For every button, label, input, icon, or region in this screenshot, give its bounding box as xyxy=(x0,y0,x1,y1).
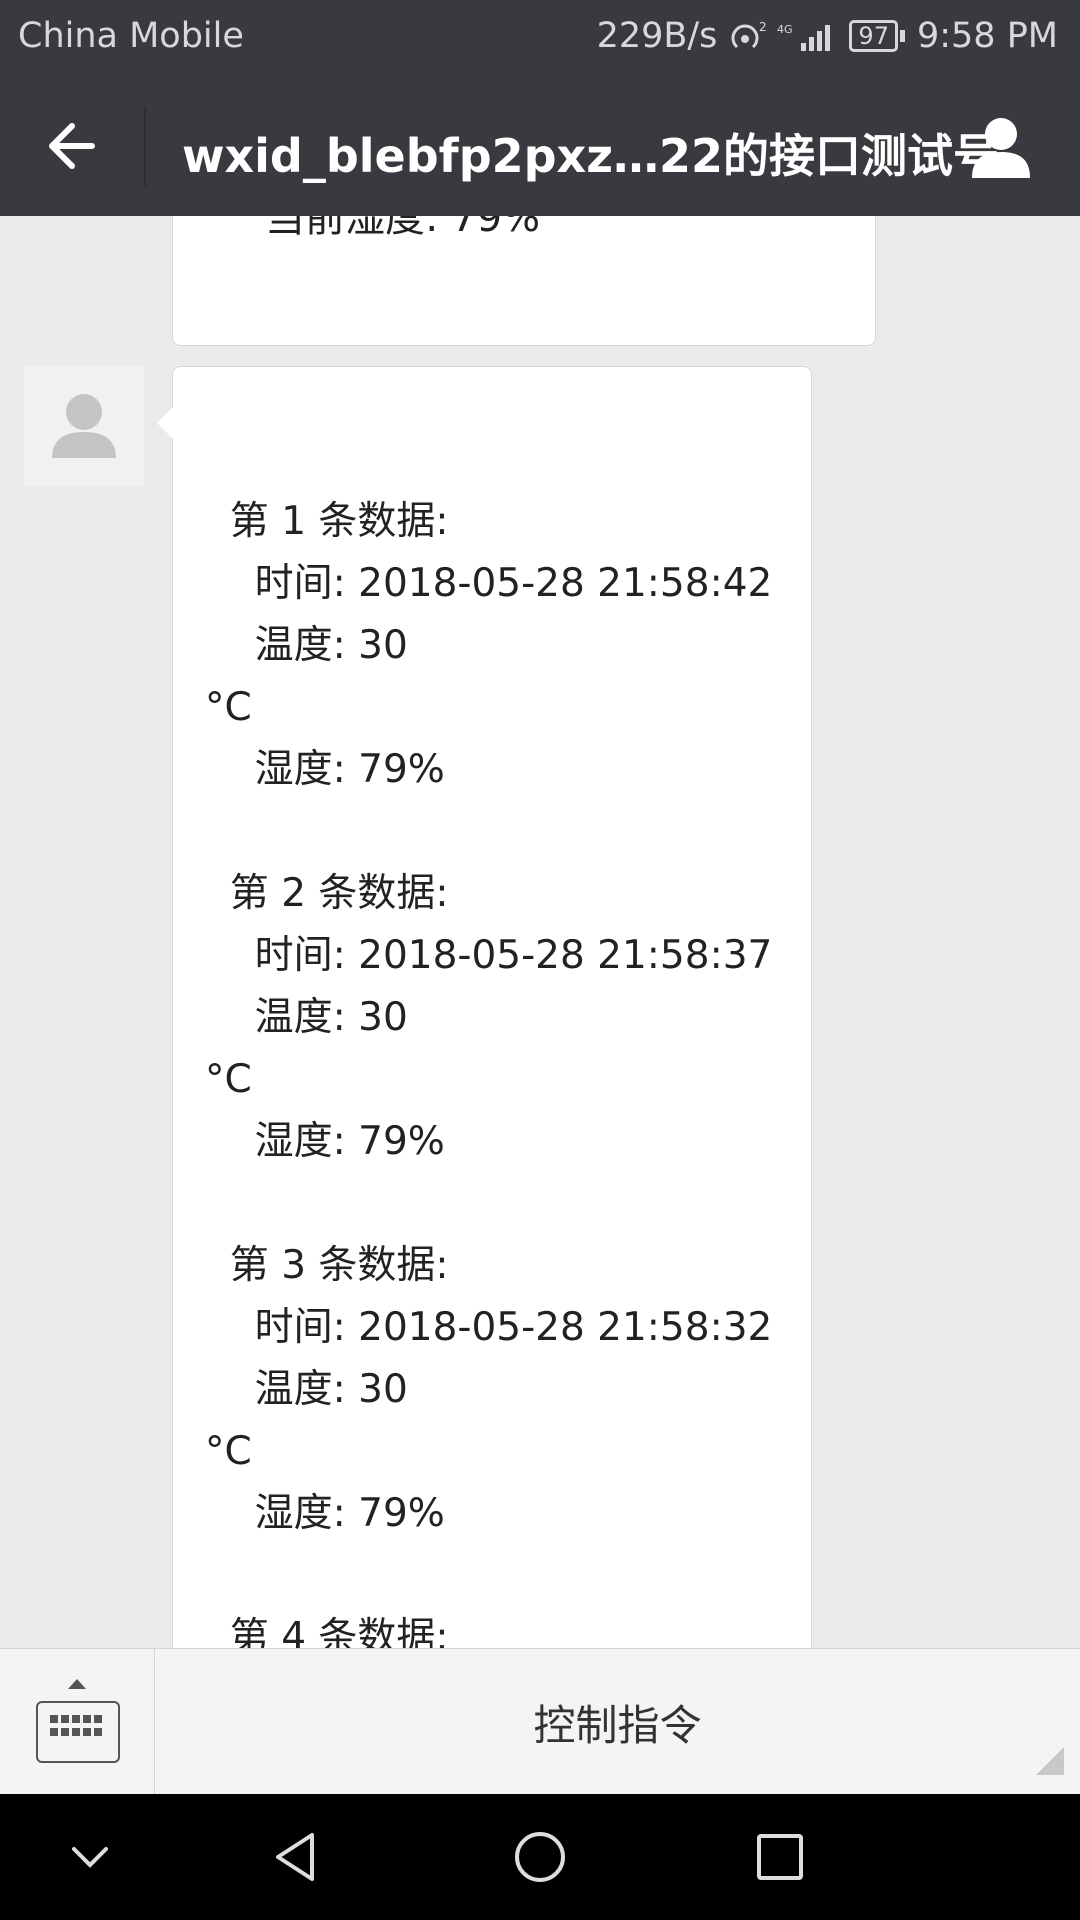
net-speed: 229B/s xyxy=(596,16,718,56)
recents-button[interactable] xyxy=(750,1827,810,1887)
profile-button[interactable] xyxy=(966,112,1036,182)
back-nav-button[interactable] xyxy=(270,1827,330,1887)
system-nav-bar xyxy=(0,1794,1080,1920)
keyboard-toggle-button[interactable] xyxy=(0,1649,155,1795)
avatar[interactable] xyxy=(24,366,144,486)
arrow-left-icon xyxy=(49,123,95,169)
chat-header: wxid_blebfp2pxz…22的接口测试号 xyxy=(0,76,1080,216)
status-bar: China Mobile 229B/s 2 4G 97 9:58 PM xyxy=(0,0,1080,76)
chevron-up-icon xyxy=(68,1679,86,1689)
resize-corner-icon xyxy=(1036,1747,1064,1775)
previous-message-text: 当前湿度: 79% xyxy=(265,216,541,241)
chat-title: wxid_blebfp2pxz…22的接口测试号 xyxy=(182,129,1000,183)
menu-button-label: 控制指令 xyxy=(533,1700,702,1750)
back-button[interactable] xyxy=(40,116,110,176)
previous-message-bubble[interactable]: 当前湿度: 79% xyxy=(172,216,876,346)
default-avatar-icon xyxy=(52,394,116,458)
home-button[interactable] xyxy=(510,1827,570,1887)
header-divider xyxy=(144,106,146,186)
input-bar: 控制指令 xyxy=(0,1648,1080,1795)
keyboard-icon xyxy=(36,1701,120,1763)
hide-keyboard-button[interactable] xyxy=(60,1827,120,1887)
svg-text:2: 2 xyxy=(759,20,767,34)
person-icon xyxy=(972,118,1030,178)
chevron-down-icon xyxy=(72,1847,108,1868)
signal-icons: 2 4G xyxy=(729,19,837,53)
menu-button-control[interactable]: 控制指令 xyxy=(155,1649,1080,1795)
signal-4g-icon: 4G xyxy=(777,23,831,51)
triangle-back-icon xyxy=(276,1833,314,1881)
network-type: 4G xyxy=(777,23,793,36)
message-bubble[interactable]: 第 1 条数据: 时间: 2018-05-28 21:58:42 温度: 30 … xyxy=(157,366,812,1648)
square-recents-icon xyxy=(757,1834,803,1880)
carrier-label: China Mobile xyxy=(18,16,244,56)
status-right: 229B/s 2 4G 97 9:58 PM xyxy=(597,16,1058,56)
message-text: 第 1 条数据: 时间: 2018-05-28 21:58:42 温度: 30 … xyxy=(205,499,773,1648)
battery-icon: 97 xyxy=(849,20,905,52)
chat-area[interactable]: 当前湿度: 79% 第 1 条数据: 时间: 2018-05-28 21:58:… xyxy=(0,216,1080,1648)
hotspot-icon: 2 xyxy=(731,20,767,49)
circle-home-icon xyxy=(515,1832,565,1882)
battery-level: 97 xyxy=(849,20,898,52)
clock: 9:58 PM xyxy=(916,16,1058,56)
